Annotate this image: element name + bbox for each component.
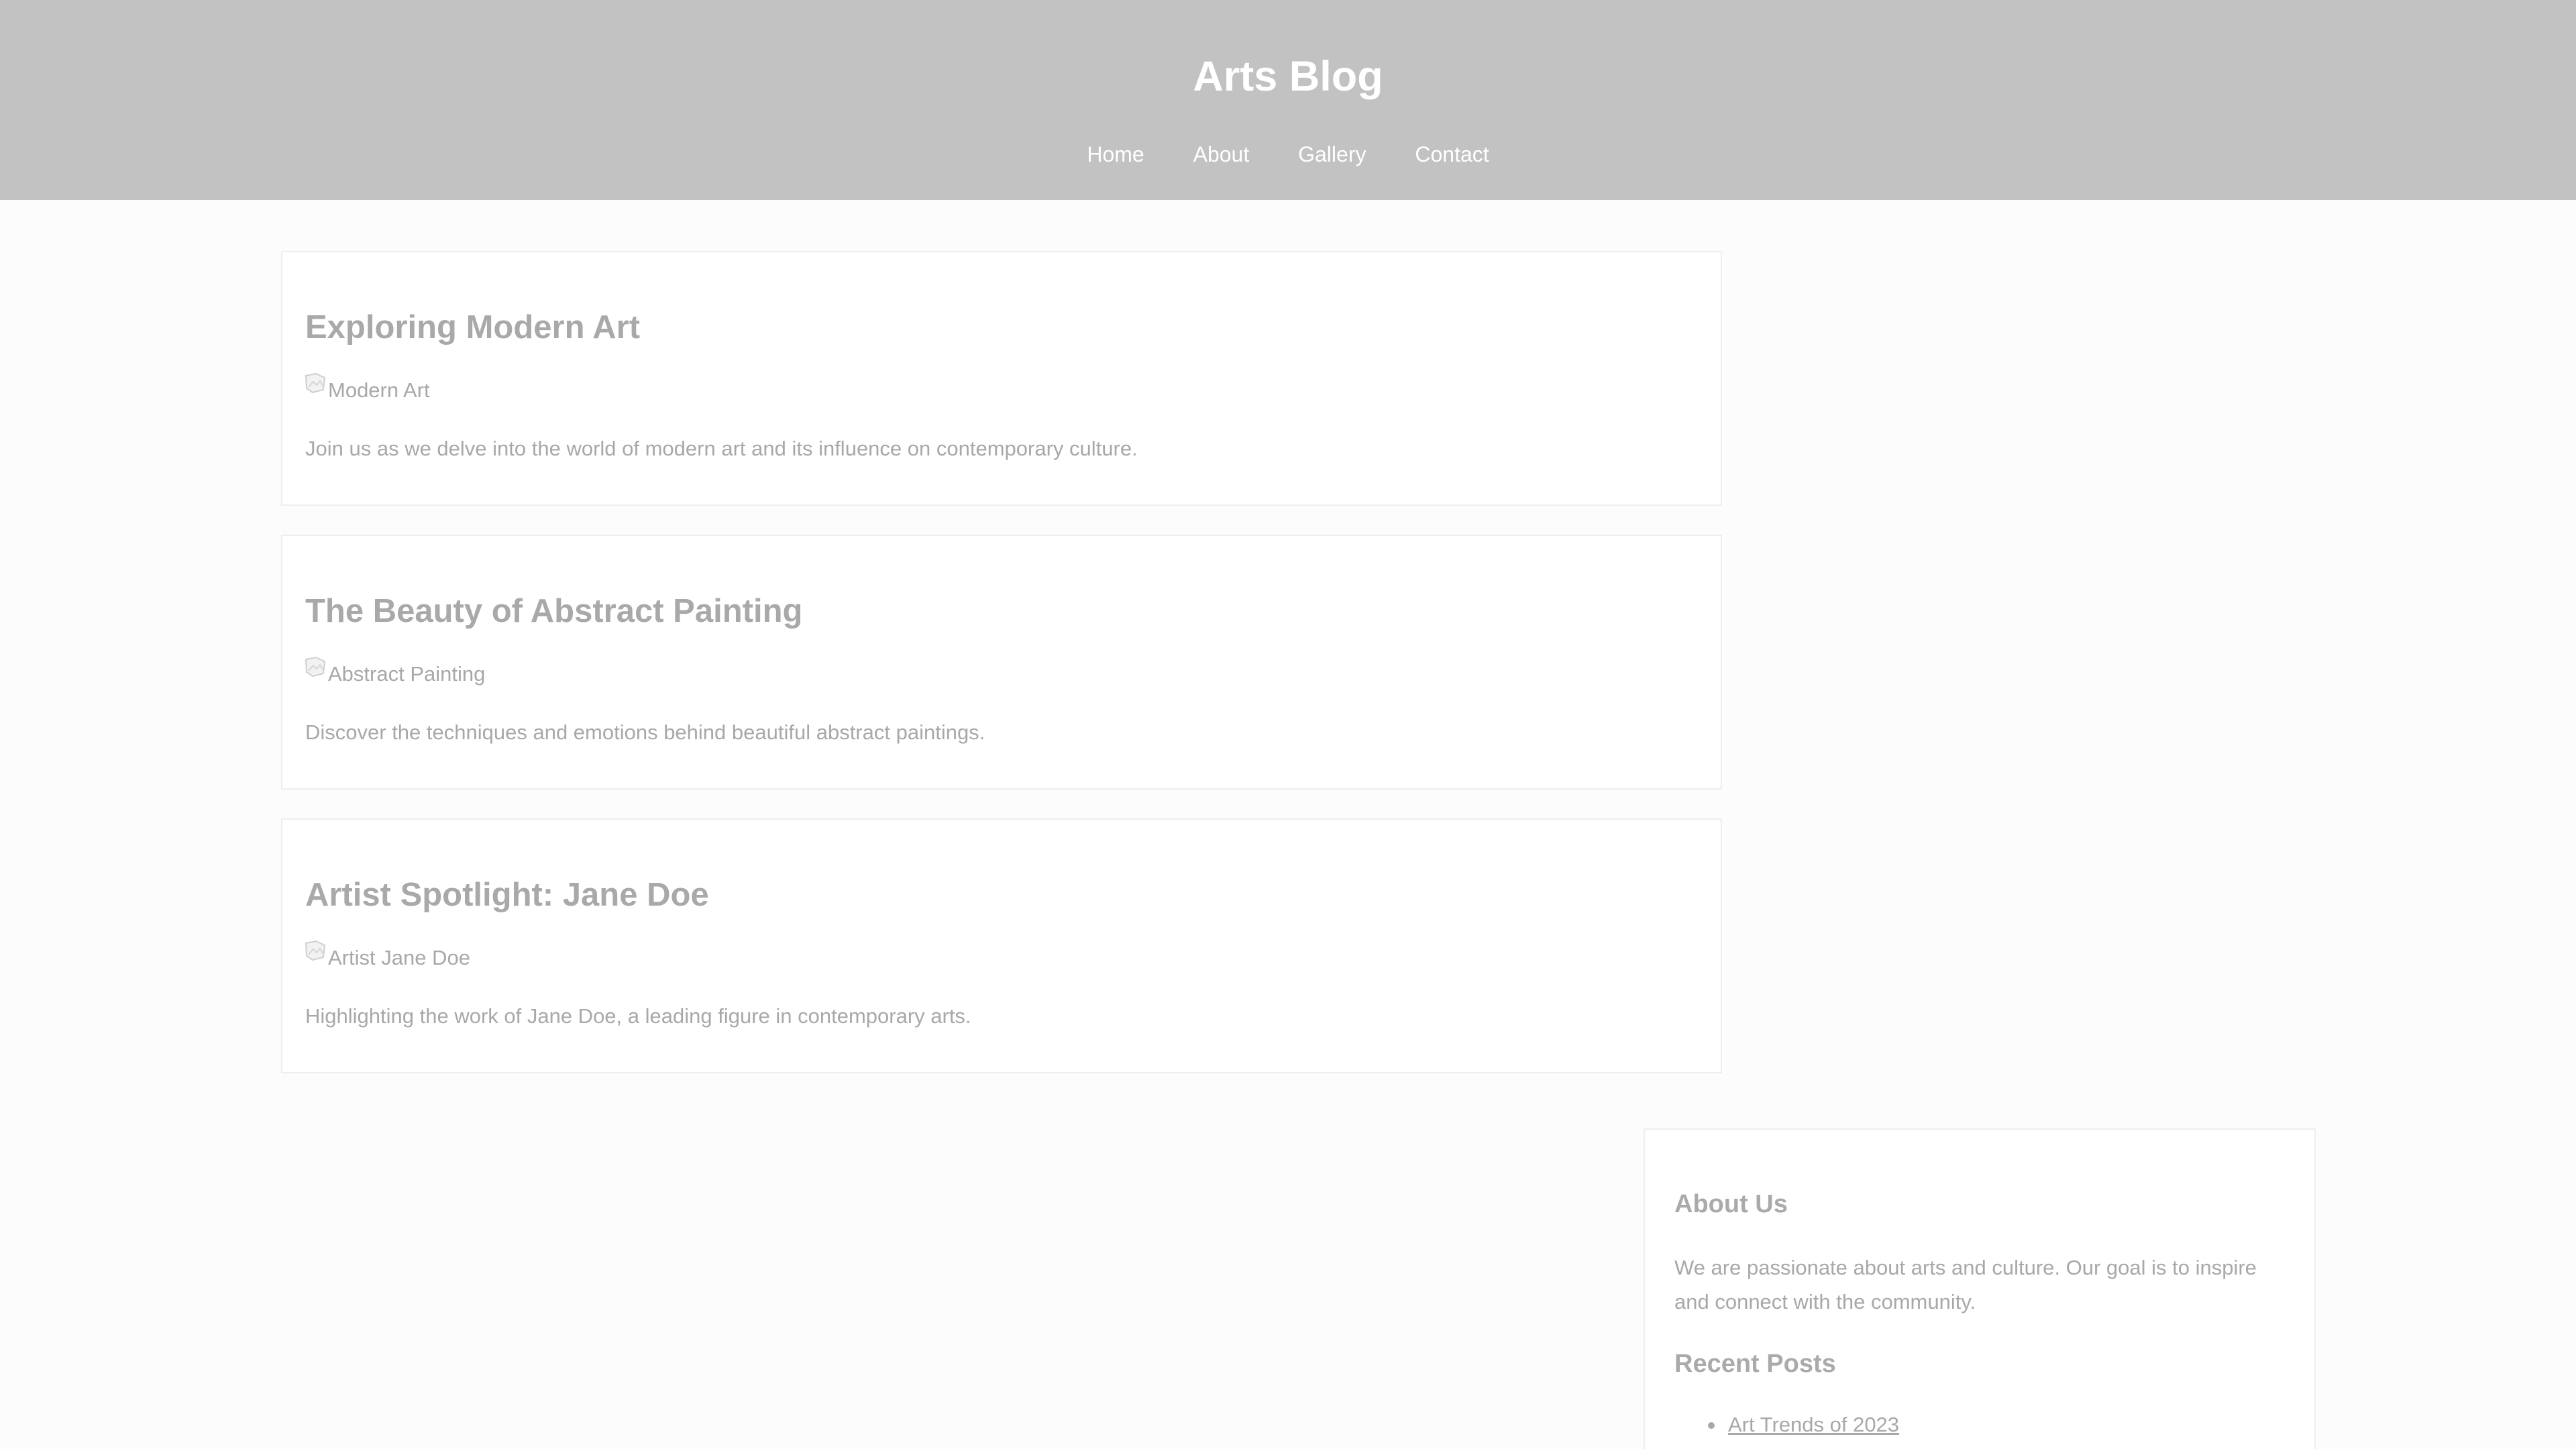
- bullet-icon: [1708, 1422, 1715, 1429]
- post-card: Artist Spotlight: Jane Doe Artist Jane D…: [281, 818, 1722, 1073]
- recent-posts-list: Art Trends of 2023: [1674, 1409, 1899, 1441]
- post-card: The Beauty of Abstract Painting Abstract…: [281, 535, 1722, 790]
- broken-image-icon: [304, 940, 327, 963]
- post-image: Artist Jane Doe: [304, 940, 470, 971]
- post-image: Abstract Painting: [304, 656, 486, 688]
- post-title[interactable]: The Beauty of Abstract Painting: [305, 590, 802, 633]
- nav-home-link[interactable]: Home: [1087, 142, 1144, 166]
- list-item: Art Trends of 2023: [1674, 1409, 1899, 1441]
- post-image-alt: Abstract Painting: [328, 662, 486, 686]
- broken-image-icon: [304, 372, 327, 395]
- recent-post-link[interactable]: Art Trends of 2023: [1728, 1413, 1899, 1436]
- nav-about-link[interactable]: About: [1193, 142, 1250, 166]
- post-excerpt: Highlighting the work of Jane Doe, a lea…: [305, 1004, 971, 1028]
- site-title: Arts Blog: [1193, 53, 1383, 100]
- recent-posts-title: Recent Posts: [1674, 1350, 1836, 1378]
- main-nav: Home About Gallery Contact: [0, 140, 2576, 169]
- sidebar: About Us We are passionate about arts an…: [1644, 1128, 2316, 1449]
- post-excerpt: Discover the techniques and emotions beh…: [305, 720, 985, 744]
- post-title[interactable]: Exploring Modern Art: [305, 306, 640, 349]
- post-title[interactable]: Artist Spotlight: Jane Doe: [305, 873, 709, 916]
- about-text: We are passionate about arts and culture…: [1674, 1256, 2257, 1313]
- broken-image-icon: [304, 656, 327, 679]
- post-image-alt: Modern Art: [328, 378, 430, 402]
- post-excerpt: Join us as we delve into the world of mo…: [305, 437, 1138, 460]
- nav-gallery-link[interactable]: Gallery: [1298, 142, 1366, 166]
- post-image-alt: Artist Jane Doe: [328, 946, 470, 969]
- about-title: About Us: [1674, 1190, 1788, 1218]
- site-header: Arts Blog Home About Gallery Contact: [0, 0, 2576, 200]
- nav-contact-link[interactable]: Contact: [1415, 142, 1489, 166]
- post-card: Exploring Modern Art Modern Art Join us …: [281, 251, 1722, 506]
- post-image: Modern Art: [304, 372, 430, 404]
